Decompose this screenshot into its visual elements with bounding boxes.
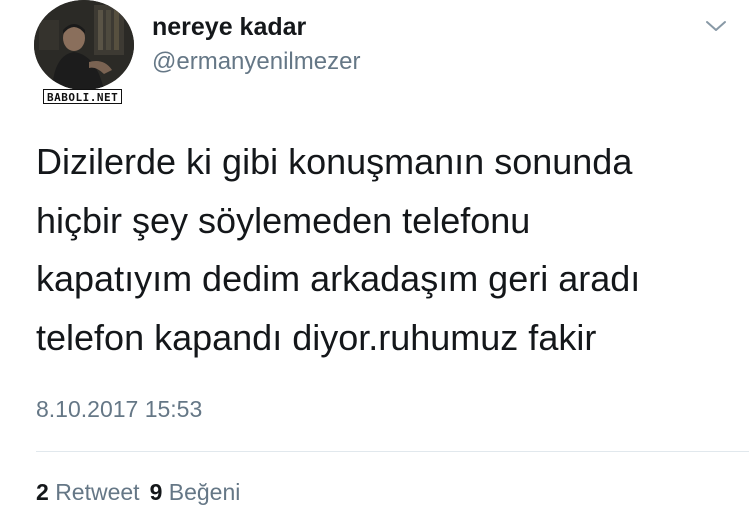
like-label: Beğeni [168,479,241,505]
user-display-name[interactable]: nereye kadar [152,13,306,42]
tweet-text-line: hiçbir şey söylemeden telefonu [36,199,531,241]
divider [36,451,749,452]
tweet-text-line: Dizilerde ki gibi konuşmanın sonunda [36,141,633,182]
retweet-count: 2 [36,479,49,505]
watermark-logo: BABOLI.NET [43,89,123,104]
tweet-text-line: telefon kapandı diyor.ruhumuz fakir [36,316,597,358]
retweet-label: Retweet [55,479,140,505]
tweet-text: Dizilerde ki gibi konuşmanın sonunda hiç… [36,133,726,367]
avatar[interactable] [34,0,134,90]
tweet-stats: 2 Retweet 9 Beğeni [36,479,240,506]
avatar-photo [34,0,134,90]
tweet-timestamp[interactable]: 8.10.2017 15:53 [36,396,202,423]
tweet-menu-button[interactable] [700,12,732,40]
user-handle[interactable]: @ermanyenilmezer [152,48,360,76]
tweet-text-line: kapatıyım dedim arkadaşım geri aradı [36,258,641,299]
tweet-card: BABOLI.NET nereye kadar @ermanyenilmezer… [0,0,749,512]
like-count: 9 [149,479,163,505]
retweet-stat[interactable]: 2 Retweet [36,479,140,505]
like-stat[interactable]: 9 Beğeni [150,479,241,505]
chevron-down-icon [706,21,726,31]
